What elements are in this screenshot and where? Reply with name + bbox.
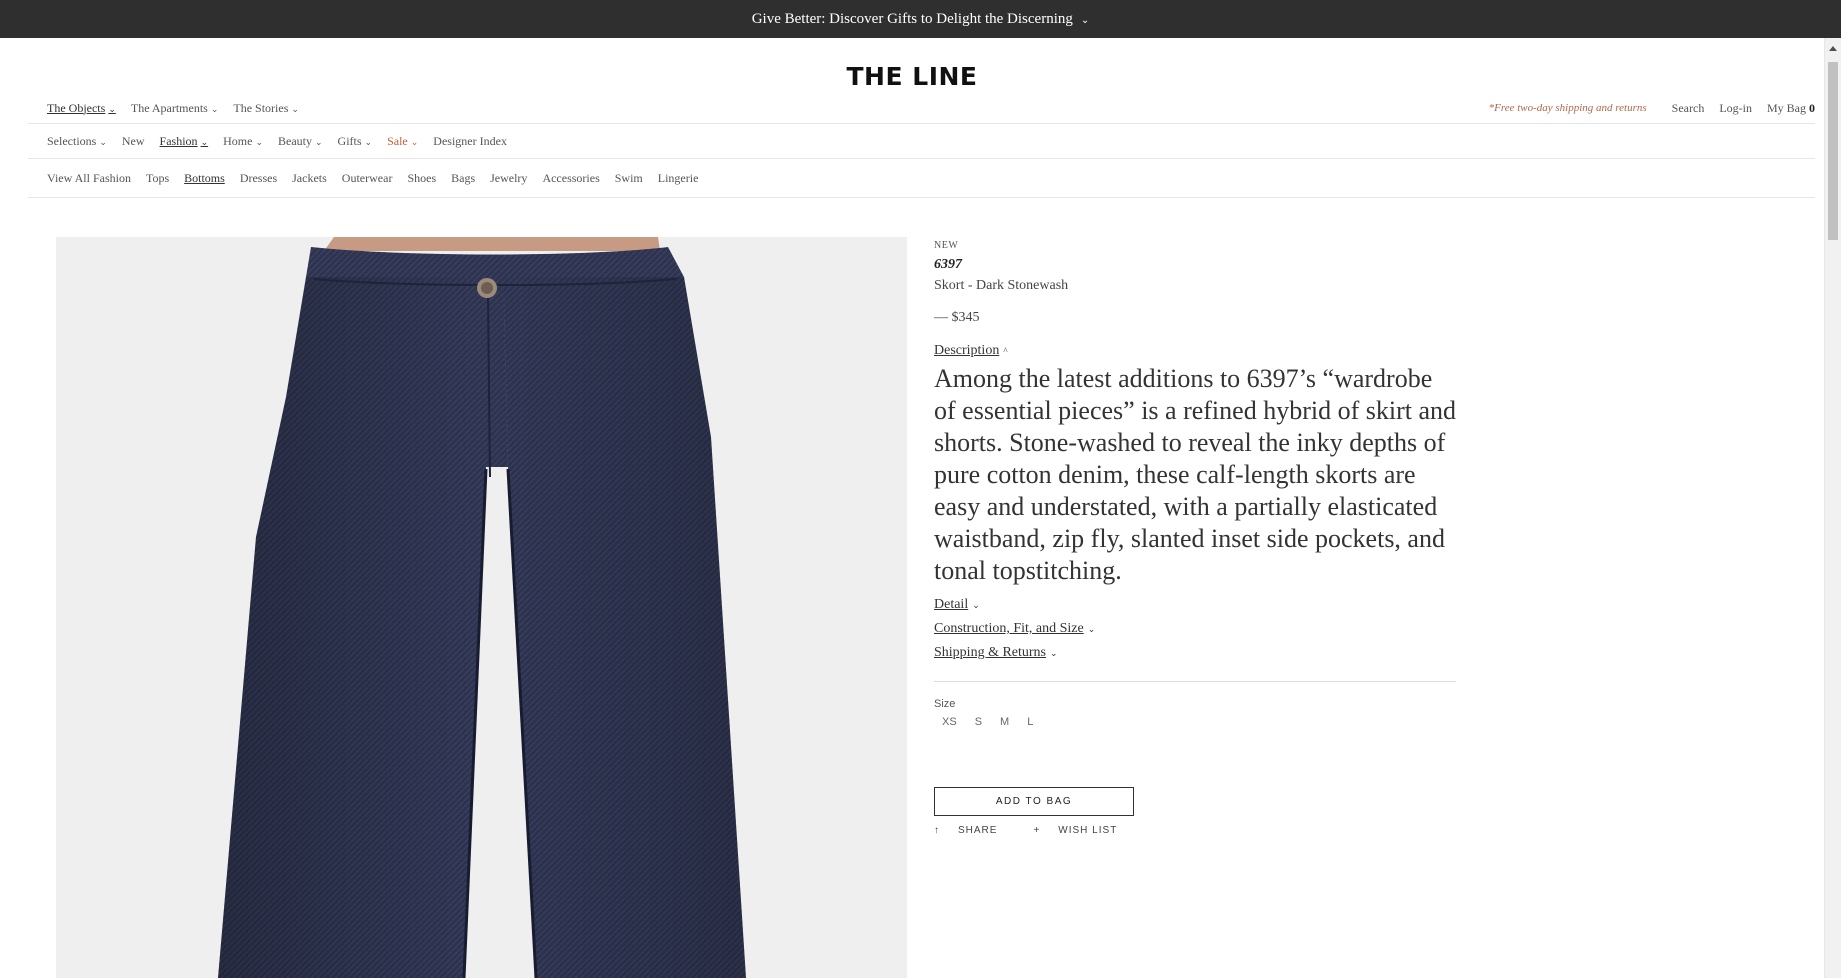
- sub-nav-accessories[interactable]: Accessories: [542, 171, 599, 186]
- sub-nav-view-all-fashion[interactable]: View All Fashion: [47, 171, 131, 186]
- sub-nav-tops[interactable]: Tops: [146, 171, 169, 186]
- chevron-down-icon: ⌄: [99, 136, 107, 147]
- top-nav: The Objects ⌄ The Apartments ⌄ The Stories…: [28, 94, 1815, 122]
- shipping-note: *Free two-day shipping and returns: [1488, 102, 1647, 114]
- sub-nav-outerwear[interactable]: Outerwear: [342, 171, 393, 186]
- chevron-down-icon: ⌄: [314, 136, 323, 147]
- bag-count: 0: [1809, 100, 1815, 115]
- size-options: XS S M L: [934, 716, 1456, 728]
- scrollbar[interactable]: [1824, 38, 1841, 978]
- shipping-returns-toggle[interactable]: Shipping & Returns ⌄: [934, 645, 1456, 661]
- product-image[interactable]: [56, 237, 907, 978]
- chevron-down-icon: ⌄: [200, 136, 209, 147]
- size-option-s[interactable]: S: [975, 716, 982, 728]
- category-nav-gifts[interactable]: Gifts ⌄: [338, 134, 373, 149]
- category-nav-home[interactable]: Home ⌄: [223, 134, 263, 149]
- size-option-l[interactable]: L: [1027, 716, 1033, 728]
- chevron-down-icon: ⌄: [210, 103, 219, 114]
- sub-nav-bottoms[interactable]: Bottoms: [184, 171, 225, 186]
- chevron-down-icon: ⌄: [1087, 624, 1096, 634]
- share-arrow-icon: ↑: [934, 825, 940, 836]
- wish-list-button[interactable]: + WISH LIST: [1033, 825, 1135, 836]
- chevron-down-icon: ⌄: [255, 136, 263, 147]
- chevron-down-icon: ⌄: [1080, 14, 1090, 26]
- category-nav-selections[interactable]: Selections ⌄: [47, 134, 107, 149]
- search-link[interactable]: Search: [1672, 101, 1705, 116]
- promo-banner[interactable]: Give Better: Discover Gifts to Delight t…: [0, 0, 1841, 38]
- category-nav-fashion[interactable]: Fashion ⌄: [160, 134, 209, 149]
- scroll-up-arrow-icon[interactable]: [1829, 46, 1837, 51]
- plus-icon: +: [1033, 825, 1041, 836]
- chevron-down-icon: ⌄: [1050, 648, 1058, 658]
- size-option-xs[interactable]: XS: [942, 716, 957, 728]
- divider: [934, 681, 1456, 682]
- promo-text: Give Better: Discover Gifts to Delight t…: [751, 10, 1073, 27]
- chevron-down-icon: ⌄: [291, 103, 299, 114]
- add-to-bag-button[interactable]: ADD TO BAG: [934, 787, 1134, 816]
- chevron-down-icon: ⌄: [410, 136, 419, 147]
- category-nav: Selections ⌄ New Fashion ⌄ Home ⌄ Beauty ⌄ Gifts ⌄…: [28, 123, 1815, 159]
- sub-nav-lingerie[interactable]: Lingerie: [658, 171, 699, 186]
- product-price: — $345: [934, 310, 980, 325]
- designer-name[interactable]: 6397: [934, 257, 1456, 273]
- size-option-m[interactable]: M: [1000, 716, 1009, 728]
- new-badge: NEW: [934, 240, 959, 251]
- my-bag-link[interactable]: My Bag 0: [1767, 101, 1815, 116]
- sub-nav-swim[interactable]: Swim: [615, 171, 643, 186]
- sub-nav: View All Fashion Tops Bottoms Dresses Jacket…: [28, 160, 1815, 198]
- chevron-up-icon: ^: [1003, 346, 1008, 356]
- denim-skort-image: [218, 237, 746, 978]
- sub-nav-jackets[interactable]: Jackets: [292, 171, 327, 186]
- nav-the-apartments[interactable]: The Apartments ⌄: [131, 101, 219, 116]
- chevron-down-icon: ⌄: [972, 600, 980, 610]
- share-button[interactable]: ↑ SHARE: [934, 825, 1015, 836]
- nav-the-stories[interactable]: The Stories ⌄: [233, 101, 299, 116]
- category-nav-sale[interactable]: Sale ⌄: [387, 134, 418, 149]
- sub-nav-jewelry[interactable]: Jewelry: [490, 171, 527, 186]
- size-label: Size: [934, 698, 956, 710]
- nav-the-objects[interactable]: The Objects ⌄: [47, 101, 116, 116]
- category-nav-beauty[interactable]: Beauty ⌄: [278, 134, 323, 149]
- construction-fit-size-toggle[interactable]: Construction, Fit, and Size ⌄: [934, 621, 1456, 637]
- login-link[interactable]: Log-in: [1719, 101, 1752, 116]
- sub-nav-shoes[interactable]: Shoes: [407, 171, 436, 186]
- category-nav-designer-index[interactable]: Designer Index: [433, 134, 507, 149]
- chevron-down-icon: ⌄: [108, 103, 116, 114]
- detail-toggle[interactable]: Detail ⌄: [934, 597, 1456, 613]
- product-name: Skort - Dark Stonewash: [934, 278, 1069, 293]
- product-info: NEW 6397 Skort - Dark Stonewash — $345 D…: [934, 240, 1456, 836]
- chevron-down-icon: ⌄: [364, 136, 373, 147]
- scrollbar-thumb[interactable]: [1828, 62, 1838, 240]
- description-toggle[interactable]: Description ^: [934, 343, 1008, 359]
- site-logo[interactable]: THE LINE: [0, 62, 1824, 91]
- sub-nav-dresses[interactable]: Dresses: [240, 171, 277, 186]
- sub-nav-bags[interactable]: Bags: [451, 171, 475, 186]
- category-nav-new[interactable]: New: [122, 134, 145, 149]
- product-description: Among the latest additions to 6397’s “wa…: [934, 364, 1456, 585]
